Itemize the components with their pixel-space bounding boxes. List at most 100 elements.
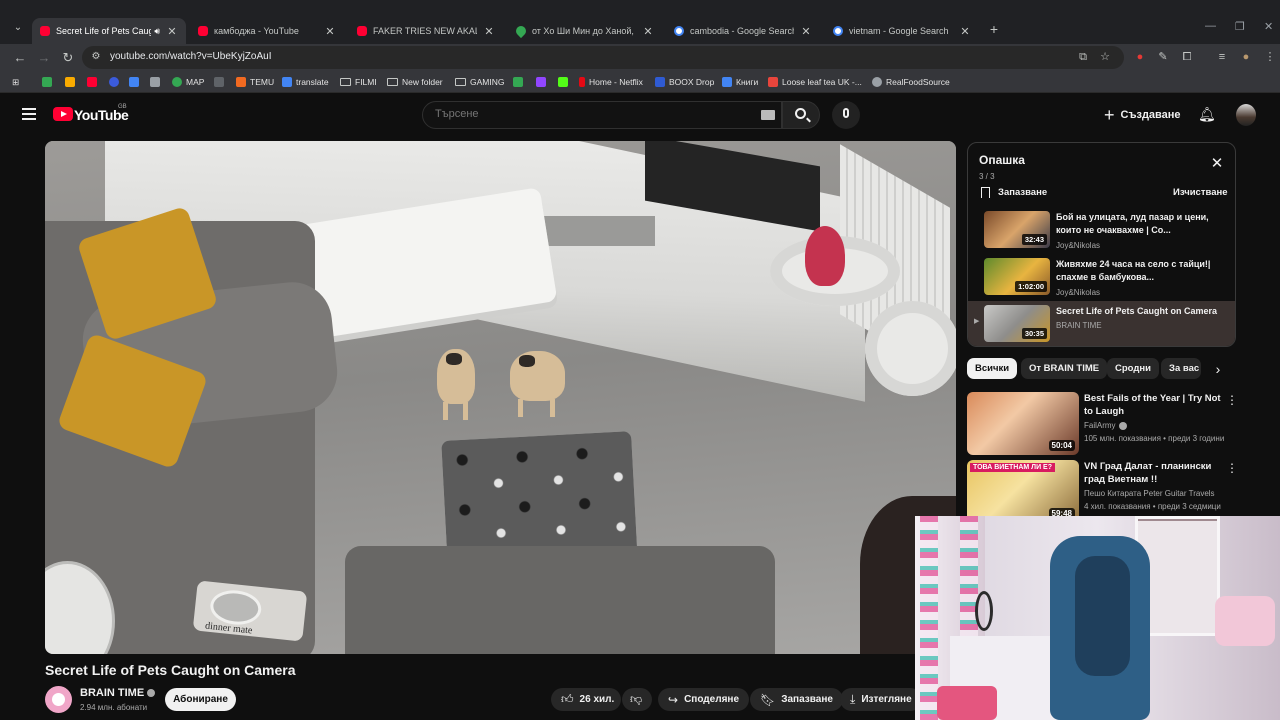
bookmark-temu[interactable]: TEMU bbox=[236, 75, 274, 89]
tea-icon bbox=[768, 77, 778, 87]
recommendation-item[interactable]: ТОВА ВИЕТНАМ ЛИ Е? 59:48 VN Град Далат -… bbox=[967, 460, 1238, 524]
queue-item-current[interactable]: ▶ 30:35 Secret Life of Pets Caught on Ca… bbox=[968, 301, 1235, 346]
profile-avatar-icon[interactable]: ● bbox=[1239, 50, 1253, 64]
create-button[interactable]: + Създаване bbox=[1104, 102, 1181, 128]
share-button[interactable]: ↪ Споделяне bbox=[658, 688, 749, 711]
menu-icon[interactable] bbox=[22, 108, 36, 120]
keyboard-icon[interactable] bbox=[761, 110, 775, 120]
browser-menu-icon[interactable]: ⋮ bbox=[1263, 50, 1277, 64]
folder-icon bbox=[387, 78, 398, 86]
close-tab-icon[interactable]: ✕ bbox=[959, 25, 971, 38]
bookmark-netflix[interactable]: Home - Netflix bbox=[579, 75, 643, 89]
reload-icon[interactable]: ↻ bbox=[60, 50, 76, 66]
search-button[interactable] bbox=[782, 101, 820, 129]
bookmark-translate[interactable]: translate bbox=[282, 75, 329, 89]
channel-avatar[interactable] bbox=[45, 686, 72, 713]
bookmark-item[interactable] bbox=[536, 75, 550, 89]
bookmark-map[interactable]: MAP bbox=[172, 75, 204, 89]
close-tab-icon[interactable]: ✕ bbox=[483, 25, 495, 38]
bookmark-item[interactable] bbox=[42, 75, 56, 89]
browser-tab-1[interactable]: камбоджа - YouTube ✕ bbox=[190, 18, 344, 44]
address-bar[interactable]: ⚙︎ youtube.com/watch?v=UbeKyjZoAuI ⧉ ☆ bbox=[82, 46, 1124, 69]
chevron-right-icon[interactable]: › bbox=[1211, 362, 1225, 377]
back-icon[interactable]: ← bbox=[12, 50, 28, 66]
subscriber-count: 2.94 млн. абонати bbox=[80, 703, 148, 712]
youtube-logo-icon[interactable] bbox=[53, 107, 73, 121]
close-tab-icon[interactable]: ✕ bbox=[800, 25, 812, 38]
close-tab-icon[interactable]: ✕ bbox=[642, 25, 654, 38]
dislike-button[interactable]: 👎︎ bbox=[622, 688, 652, 711]
forward-icon[interactable]: → bbox=[36, 50, 52, 66]
bookmark-item[interactable] bbox=[129, 75, 143, 89]
download-icon: ⤓ bbox=[850, 692, 856, 706]
channel-name[interactable]: BRAIN TIME bbox=[80, 687, 156, 699]
close-tab-icon[interactable]: ✕ bbox=[324, 25, 336, 38]
duration-badge: 1:02:00 bbox=[1015, 281, 1047, 292]
close-window-icon[interactable]: ✕ bbox=[1264, 20, 1273, 33]
chip-related[interactable]: Сродни bbox=[1107, 358, 1159, 379]
bookmark-folder-filmi[interactable]: FILMI bbox=[340, 75, 377, 89]
browser-tab-0[interactable]: Secret Life of Pets Caught o 🔊︎ ✕ bbox=[32, 18, 186, 44]
browser-tab-2[interactable]: FAKER TRIES NEW AKALI BUILD ✕ bbox=[349, 18, 503, 44]
bookmark-item[interactable] bbox=[558, 75, 572, 89]
bookmark-item[interactable] bbox=[65, 75, 79, 89]
save-queue-button[interactable]: Запазване bbox=[981, 187, 1047, 198]
bookmark-folder-gaming[interactable]: GAMING bbox=[455, 75, 504, 89]
account-avatar[interactable] bbox=[1236, 104, 1256, 126]
bookmark-knigi[interactable]: Книги bbox=[722, 75, 758, 89]
bookmark-label: translate bbox=[296, 77, 329, 87]
bookmark-tea[interactable]: Loose leaf tea UK -... bbox=[768, 75, 862, 89]
folder-icon bbox=[455, 78, 466, 86]
search-input[interactable] bbox=[435, 108, 735, 120]
queue-item[interactable]: 32:43 Бой на улицата, луд пазар и цени, … bbox=[968, 207, 1235, 253]
new-tab-icon[interactable]: + bbox=[986, 20, 1002, 38]
video-frame-pug bbox=[437, 349, 475, 420]
save-button[interactable]: 🔖︎ Запазване bbox=[750, 688, 843, 711]
chip-all[interactable]: Всички bbox=[967, 358, 1018, 379]
site-info-icon[interactable]: ⚙︎ bbox=[90, 51, 102, 63]
chip-for-you[interactable]: За вас bbox=[1161, 358, 1201, 379]
bookmark-star-icon[interactable]: ☆ bbox=[1098, 50, 1112, 64]
clear-queue-button[interactable]: Изчистване bbox=[1173, 187, 1228, 198]
extension-red-icon[interactable]: ● bbox=[1133, 50, 1147, 64]
more-options-icon[interactable]: ⋮ bbox=[1226, 461, 1238, 475]
queue-item[interactable]: 1:02:00 Живяхме 24 часа на село с тайци!… bbox=[968, 254, 1235, 300]
recommendation-item[interactable]: 50:04 Best Fails of the Year | Try Not t… bbox=[967, 392, 1238, 456]
browser-tab-5[interactable]: vietnam - Google Search ✕ bbox=[825, 18, 979, 44]
media-controls-icon[interactable]: ≡ bbox=[1215, 50, 1229, 64]
bookmark-item[interactable] bbox=[150, 75, 164, 89]
restore-icon[interactable]: ❐ bbox=[1235, 20, 1245, 33]
close-tab-icon[interactable]: ✕ bbox=[166, 25, 178, 38]
url-text[interactable]: youtube.com/watch?v=UbeKyjZoAuI bbox=[110, 51, 271, 62]
bookmark-item[interactable] bbox=[109, 75, 123, 89]
close-queue-icon[interactable]: ✕ bbox=[1210, 156, 1224, 171]
minimize-icon[interactable]: — bbox=[1205, 20, 1216, 32]
like-button[interactable]: 👍︎ 26 хил. bbox=[551, 688, 621, 711]
bookmark-item[interactable] bbox=[87, 75, 101, 89]
extension-pen-icon[interactable]: ✎ bbox=[1156, 50, 1170, 64]
bookmark-item[interactable] bbox=[513, 75, 527, 89]
browser-tab-4[interactable]: cambodia - Google Search ✕ bbox=[666, 18, 820, 44]
subscribe-button[interactable]: Абониране bbox=[165, 688, 236, 711]
browser-tab-3[interactable]: от Хо Ши Мин до Ханой, На М ✕ bbox=[508, 18, 662, 44]
video-player[interactable]: dinner mate bbox=[45, 141, 956, 654]
chip-from-channel[interactable]: От BRAIN TIME bbox=[1021, 358, 1108, 379]
bookmark-folder-new[interactable]: New folder bbox=[387, 75, 443, 89]
bookmark-boox[interactable]: BOOX Drop bbox=[655, 75, 714, 89]
tab-title: FAKER TRIES NEW AKALI BUILD bbox=[373, 26, 477, 36]
audio-playing-icon[interactable]: 🔊︎ bbox=[154, 26, 160, 37]
tab-title: cambodia - Google Search bbox=[690, 26, 794, 36]
download-button[interactable]: ⤓ Изтегляне bbox=[840, 688, 922, 711]
bookmark-green-icon bbox=[42, 77, 52, 87]
extensions-puzzle-icon[interactable]: ⧠ bbox=[1180, 50, 1194, 64]
install-app-icon[interactable]: ⧉ bbox=[1076, 50, 1090, 64]
bookmark-realfood[interactable]: RealFoodSource bbox=[872, 75, 950, 89]
create-label: Създаване bbox=[1120, 109, 1181, 121]
bookmark-label: GAMING bbox=[470, 77, 505, 87]
voice-search-button[interactable] bbox=[832, 101, 860, 129]
notifications-bell-icon[interactable]: 🔔︎ bbox=[1198, 106, 1216, 122]
tab-search-chevron-icon[interactable]: ⌄ bbox=[8, 18, 28, 38]
apps-grid-icon[interactable]: ⊞ bbox=[12, 75, 19, 89]
bookmark-item[interactable] bbox=[214, 75, 228, 89]
more-options-icon[interactable]: ⋮ bbox=[1226, 393, 1238, 407]
